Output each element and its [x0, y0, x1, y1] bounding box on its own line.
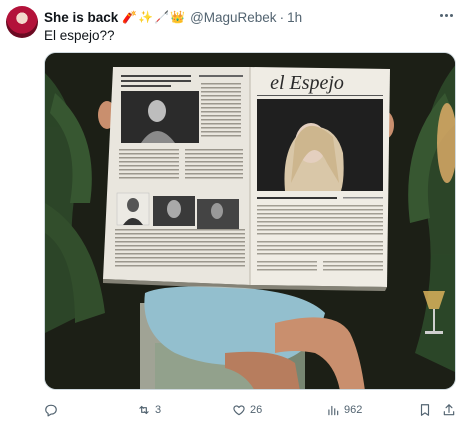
retweet-button[interactable]: 3	[137, 402, 161, 418]
like-button[interactable]: 26	[232, 402, 262, 418]
tweet-text: El espejo??	[44, 28, 115, 43]
retweet-count: 3	[155, 404, 162, 416]
profile-avatar[interactable]	[6, 6, 38, 38]
name-emojis: 🧨✨🦯👑	[122, 10, 187, 24]
views-icon	[328, 405, 339, 416]
share-icon	[443, 404, 455, 416]
display-name[interactable]: She is back	[44, 10, 118, 25]
reply-button[interactable]	[44, 402, 62, 418]
bookmark-icon	[420, 404, 430, 416]
heart-icon	[233, 405, 245, 416]
views-button[interactable]: 962	[326, 402, 362, 418]
tweet-media-image[interactable]: el Espejo	[44, 52, 456, 390]
tweet-actions: 3 26 962	[44, 402, 458, 418]
newspaper-photo: el Espejo	[45, 53, 455, 389]
newspaper-title: el Espejo	[270, 72, 344, 94]
retweet-icon	[139, 405, 149, 415]
bookmark-button[interactable]	[418, 402, 432, 418]
tweet: She is back 🧨✨🦯👑 @MaguRebek · 1h El espe…	[0, 0, 468, 423]
tweet-header: She is back 🧨✨🦯👑 @MaguRebek · 1h	[44, 8, 302, 26]
like-count: 26	[250, 404, 263, 416]
reply-icon	[45, 404, 57, 417]
user-handle[interactable]: @MaguRebek	[190, 10, 277, 25]
more-icon[interactable]	[436, 6, 456, 24]
views-count: 962	[344, 404, 363, 416]
tweet-timestamp[interactable]: 1h	[287, 10, 302, 25]
separator-dot: ·	[279, 9, 285, 25]
share-button[interactable]	[442, 402, 456, 418]
